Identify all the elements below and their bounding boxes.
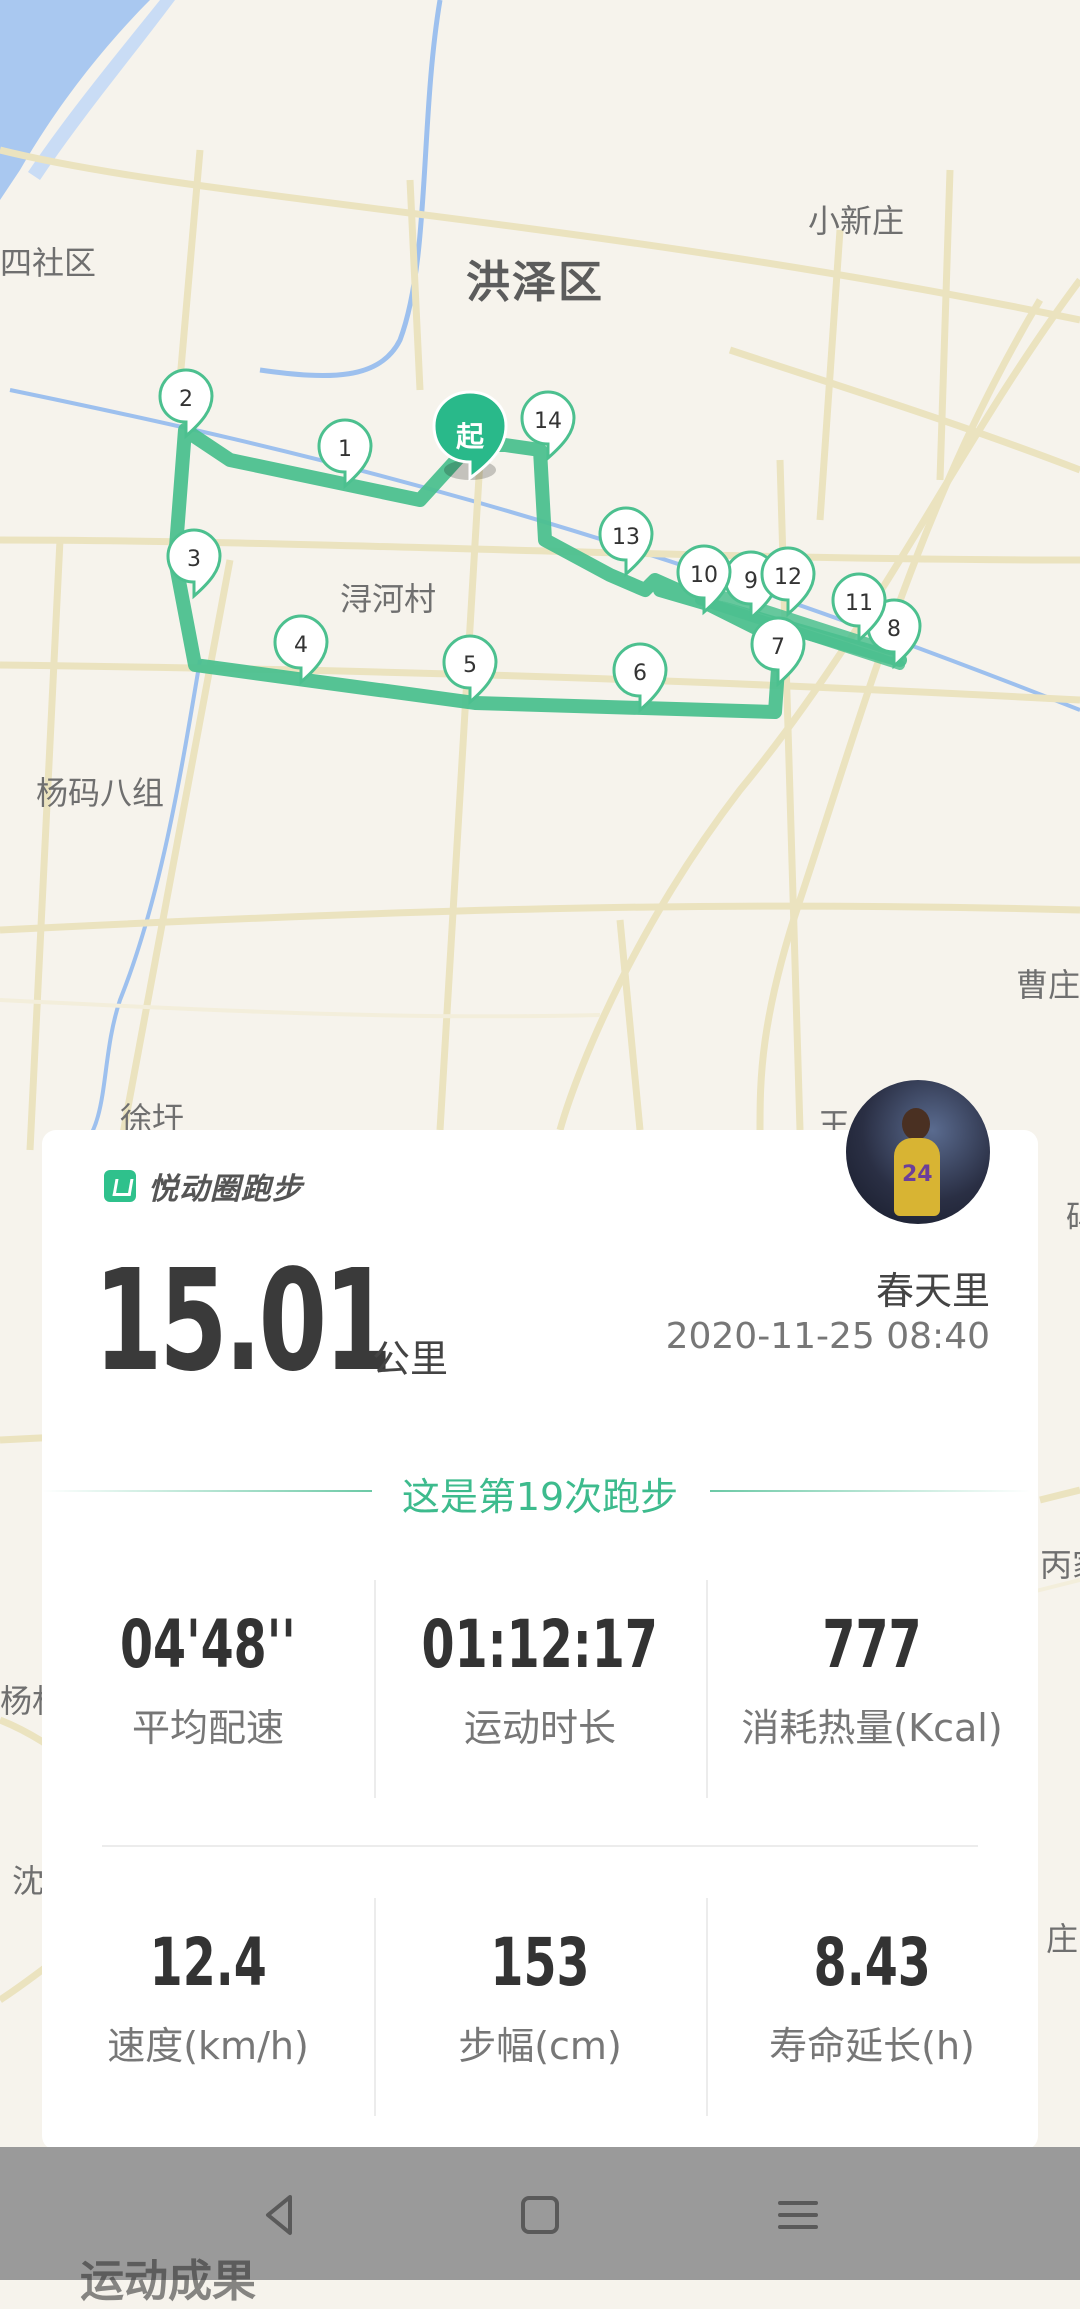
stat-life-extension: 8.43 寿命延长(h)	[706, 1924, 1038, 2070]
stat-value: 04'48''	[120, 1606, 296, 1683]
home-button[interactable]	[510, 2185, 570, 2245]
marker-13[interactable]: 13	[598, 506, 654, 576]
svg-text:13: 13	[612, 525, 640, 550]
avatar[interactable]: 24	[846, 1080, 990, 1224]
column-divider	[374, 1898, 376, 2116]
column-divider	[706, 1898, 708, 2116]
run-count: 这是第19次跑步	[401, 1475, 679, 1519]
svg-text:11: 11	[845, 591, 873, 616]
svg-text:12: 12	[774, 565, 802, 590]
stat-calories: 777 消耗热量(Kcal)	[706, 1606, 1038, 1752]
menu-icon	[778, 2201, 818, 2229]
svg-text:4: 4	[294, 633, 308, 658]
svg-text:1: 1	[338, 437, 352, 462]
map-label-zhuang: 庄	[1046, 1920, 1079, 1958]
svg-text:起: 起	[456, 420, 485, 453]
svg-text:8: 8	[887, 617, 901, 642]
svg-text:3: 3	[187, 547, 201, 572]
section-title-behind-nav: 运动成果	[80, 2256, 256, 2307]
run-summary-card: 悦动圈跑步 24 15.01 公里 春天里 2020-11-25 08:40 这…	[42, 1080, 1038, 2150]
marker-4[interactable]: 4	[273, 614, 329, 684]
row-divider	[102, 1845, 978, 1847]
stat-value: 8.43	[813, 1924, 931, 2001]
marker-14[interactable]: 14	[520, 390, 576, 460]
start-marker[interactable]: 起	[432, 390, 508, 481]
home-icon	[521, 2196, 559, 2234]
stat-value: 12.4	[149, 1924, 267, 2001]
stat-speed: 12.4 速度(km/h)	[42, 1924, 374, 2070]
distance-value: 15.01	[94, 1240, 392, 1403]
stat-label: 步幅(cm)	[458, 2024, 622, 2068]
svg-text:5: 5	[463, 653, 477, 678]
marker-3[interactable]: 3	[166, 528, 222, 598]
brand-name: 悦动圈跑步	[148, 1172, 303, 1207]
system-nav-bar: 运动成果	[0, 2147, 1080, 2307]
recents-button[interactable]	[768, 2185, 828, 2245]
svg-text:10: 10	[690, 563, 718, 588]
stat-value: 01:12:17	[421, 1606, 659, 1683]
stat-label: 寿命延长(h)	[769, 2024, 975, 2068]
svg-text:7: 7	[771, 635, 785, 660]
marker-12[interactable]: 12	[760, 546, 816, 616]
svg-text:9: 9	[744, 569, 758, 594]
svg-text:6: 6	[633, 661, 647, 686]
marker-1[interactable]: 1	[317, 418, 373, 488]
run-datetime: 2020-11-25 08:40	[665, 1316, 990, 1357]
stat-pace: 04'48'' 平均配速	[42, 1606, 374, 1752]
app-logo-icon	[104, 1170, 136, 1202]
distance-unit: 公里	[372, 1337, 449, 1381]
stat-label: 运动时长	[463, 1706, 616, 1750]
map-label-huanjia: 丙家	[1040, 1546, 1080, 1584]
username: 春天里	[875, 1269, 990, 1313]
stat-stride: 153 步幅(cm)	[374, 1924, 706, 2070]
marker-10[interactable]: 10	[676, 544, 732, 614]
route-markers: 1 2 3 4 5 6 7 8 11 9 12 10 13 14 起	[158, 368, 922, 712]
map-label-mu: 码	[1066, 1192, 1080, 1238]
marker-5[interactable]: 5	[442, 634, 498, 704]
stat-label: 速度(km/h)	[107, 2024, 309, 2068]
stat-value: 777	[822, 1606, 922, 1683]
map-label-shen: 沈	[12, 1862, 45, 1900]
marker-7[interactable]: 7	[750, 616, 806, 686]
stat-value: 153	[490, 1924, 590, 2001]
svg-text:2: 2	[179, 387, 193, 412]
svg-text:14: 14	[534, 409, 562, 434]
marker-2[interactable]: 2	[158, 368, 214, 438]
stat-duration: 01:12:17 运动时长	[374, 1606, 706, 1752]
back-icon	[266, 2195, 292, 2235]
brand: 悦动圈跑步	[104, 1164, 303, 1208]
marker-6[interactable]: 6	[612, 642, 668, 712]
stat-label: 平均配速	[131, 1706, 284, 1750]
column-divider	[706, 1580, 708, 1798]
back-button[interactable]	[250, 2185, 310, 2245]
stat-label: 消耗热量(Kcal)	[741, 1706, 1003, 1750]
column-divider	[374, 1580, 376, 1798]
